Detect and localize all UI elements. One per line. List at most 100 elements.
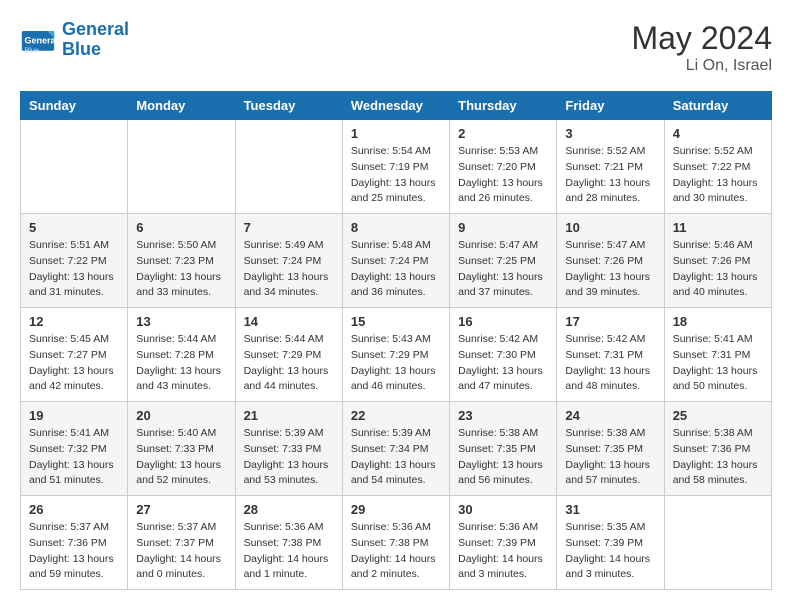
day-info: Sunrise: 5:40 AMSunset: 7:33 PMDaylight:…: [136, 426, 226, 489]
day-info: Sunrise: 5:54 AMSunset: 7:19 PMDaylight:…: [351, 144, 441, 207]
title-block: May 2024 Li On, Israel: [631, 20, 772, 75]
day-number: 18: [673, 314, 763, 329]
calendar-cell: 21 Sunrise: 5:39 AMSunset: 7:33 PMDayligh…: [235, 402, 342, 496]
calendar-cell: 19 Sunrise: 5:41 AMSunset: 7:32 PMDayligh…: [21, 402, 128, 496]
day-number: 28: [244, 502, 334, 517]
day-number: 7: [244, 220, 334, 235]
calendar-body: 1 Sunrise: 5:54 AMSunset: 7:19 PMDaylight…: [21, 120, 772, 590]
day-info: Sunrise: 5:42 AMSunset: 7:31 PMDaylight:…: [565, 332, 655, 395]
calendar-cell: [664, 496, 771, 590]
day-info: Sunrise: 5:48 AMSunset: 7:24 PMDaylight:…: [351, 238, 441, 301]
svg-text:Blue: Blue: [25, 45, 39, 54]
calendar-cell: 31Sunrise: 5:35 AMSunset: 7:39 PMDayligh…: [557, 496, 664, 590]
calendar-cell: 13 Sunrise: 5:44 AMSunset: 7:28 PMDayligh…: [128, 308, 235, 402]
day-number: 22: [351, 408, 441, 423]
day-info: Sunrise: 5:35 AMSunset: 7:39 PMDaylight:…: [565, 520, 655, 583]
calendar-cell: 23 Sunrise: 5:38 AMSunset: 7:35 PMDayligh…: [450, 402, 557, 496]
day-number: 26: [29, 502, 119, 517]
day-info: Sunrise: 5:46 AMSunset: 7:26 PMDaylight:…: [673, 238, 763, 301]
day-info: Sunrise: 5:41 AMSunset: 7:32 PMDaylight:…: [29, 426, 119, 489]
svg-text:General: General: [25, 35, 57, 45]
day-number: 6: [136, 220, 226, 235]
day-number: 21: [244, 408, 334, 423]
day-number: 15: [351, 314, 441, 329]
page-header: General Blue General Blue May 2024 Li On…: [20, 20, 772, 75]
day-number: 12: [29, 314, 119, 329]
calendar-cell: 6 Sunrise: 5:50 AMSunset: 7:23 PMDaylight…: [128, 214, 235, 308]
day-number: 10: [565, 220, 655, 235]
weekday-header: Thursday: [450, 92, 557, 120]
day-info: Sunrise: 5:43 AMSunset: 7:29 PMDaylight:…: [351, 332, 441, 395]
calendar-header: SundayMondayTuesdayWednesdayThursdayFrid…: [21, 92, 772, 120]
calendar-cell: 18 Sunrise: 5:41 AMSunset: 7:31 PMDayligh…: [664, 308, 771, 402]
day-info: Sunrise: 5:47 AMSunset: 7:26 PMDaylight:…: [565, 238, 655, 301]
day-number: 5: [29, 220, 119, 235]
calendar-cell: 22Sunrise: 5:39 AMSunset: 7:34 PMDayligh…: [342, 402, 449, 496]
day-number: 24: [565, 408, 655, 423]
day-number: 14: [244, 314, 334, 329]
calendar-week-row: 12 Sunrise: 5:45 AMSunset: 7:27 PMDayligh…: [21, 308, 772, 402]
logo-general: General: [62, 19, 129, 39]
weekday-header: Monday: [128, 92, 235, 120]
calendar-cell: 7Sunrise: 5:49 AMSunset: 7:24 PMDaylight…: [235, 214, 342, 308]
calendar-cell: 9Sunrise: 5:47 AMSunset: 7:25 PMDaylight…: [450, 214, 557, 308]
day-number: 27: [136, 502, 226, 517]
day-info: Sunrise: 5:53 AMSunset: 7:20 PMDaylight:…: [458, 144, 548, 207]
day-number: 11: [673, 220, 763, 235]
day-number: 8: [351, 220, 441, 235]
day-info: Sunrise: 5:38 AMSunset: 7:36 PMDaylight:…: [673, 426, 763, 489]
calendar-cell: 15 Sunrise: 5:43 AMSunset: 7:29 PMDayligh…: [342, 308, 449, 402]
day-number: 9: [458, 220, 548, 235]
calendar-cell: 14 Sunrise: 5:44 AMSunset: 7:29 PMDayligh…: [235, 308, 342, 402]
day-info: Sunrise: 5:52 AMSunset: 7:22 PMDaylight:…: [673, 144, 763, 207]
calendar-cell: [235, 120, 342, 214]
day-info: Sunrise: 5:45 AMSunset: 7:27 PMDaylight:…: [29, 332, 119, 395]
day-number: 30: [458, 502, 548, 517]
weekday-header: Tuesday: [235, 92, 342, 120]
logo: General Blue General Blue: [20, 20, 129, 60]
day-number: 17: [565, 314, 655, 329]
day-info: Sunrise: 5:52 AMSunset: 7:21 PMDaylight:…: [565, 144, 655, 207]
calendar-cell: [128, 120, 235, 214]
calendar-cell: 5 Sunrise: 5:51 AMSunset: 7:22 PMDaylight…: [21, 214, 128, 308]
day-info: Sunrise: 5:51 AMSunset: 7:22 PMDaylight:…: [29, 238, 119, 301]
calendar-cell: 8 Sunrise: 5:48 AMSunset: 7:24 PMDaylight…: [342, 214, 449, 308]
calendar-cell: 29Sunrise: 5:36 AMSunset: 7:38 PMDayligh…: [342, 496, 449, 590]
day-number: 16: [458, 314, 548, 329]
calendar-cell: 11 Sunrise: 5:46 AMSunset: 7:26 PMDayligh…: [664, 214, 771, 308]
calendar-cell: 12 Sunrise: 5:45 AMSunset: 7:27 PMDayligh…: [21, 308, 128, 402]
day-info: Sunrise: 5:42 AMSunset: 7:30 PMDaylight:…: [458, 332, 548, 395]
day-number: 1: [351, 126, 441, 141]
day-info: Sunrise: 5:36 AMSunset: 7:38 PMDaylight:…: [244, 520, 334, 583]
day-number: 25: [673, 408, 763, 423]
day-info: Sunrise: 5:44 AMSunset: 7:28 PMDaylight:…: [136, 332, 226, 395]
day-number: 23: [458, 408, 548, 423]
calendar-cell: 28 Sunrise: 5:36 AMSunset: 7:38 PMDayligh…: [235, 496, 342, 590]
day-number: 19: [29, 408, 119, 423]
calendar-week-row: 5 Sunrise: 5:51 AMSunset: 7:22 PMDaylight…: [21, 214, 772, 308]
calendar-cell: 10 Sunrise: 5:47 AMSunset: 7:26 PMDayligh…: [557, 214, 664, 308]
logo-icon: General Blue: [20, 22, 56, 58]
calendar-cell: 24 Sunrise: 5:38 AMSunset: 7:35 PMDayligh…: [557, 402, 664, 496]
calendar-cell: 25 Sunrise: 5:38 AMSunset: 7:36 PMDayligh…: [664, 402, 771, 496]
day-number: 4: [673, 126, 763, 141]
calendar-cell: 26 Sunrise: 5:37 AMSunset: 7:36 PMDayligh…: [21, 496, 128, 590]
day-info: Sunrise: 5:39 AMSunset: 7:33 PMDaylight:…: [244, 426, 334, 489]
calendar-cell: 1 Sunrise: 5:54 AMSunset: 7:19 PMDaylight…: [342, 120, 449, 214]
day-number: 13: [136, 314, 226, 329]
day-info: Sunrise: 5:41 AMSunset: 7:31 PMDaylight:…: [673, 332, 763, 395]
calendar-cell: 30Sunrise: 5:36 AMSunset: 7:39 PMDayligh…: [450, 496, 557, 590]
logo-blue: Blue: [62, 39, 101, 59]
day-info: Sunrise: 5:50 AMSunset: 7:23 PMDaylight:…: [136, 238, 226, 301]
day-info: Sunrise: 5:38 AMSunset: 7:35 PMDaylight:…: [565, 426, 655, 489]
calendar-week-row: 19 Sunrise: 5:41 AMSunset: 7:32 PMDayligh…: [21, 402, 772, 496]
day-info: Sunrise: 5:44 AMSunset: 7:29 PMDaylight:…: [244, 332, 334, 395]
calendar-cell: 2Sunrise: 5:53 AMSunset: 7:20 PMDaylight…: [450, 120, 557, 214]
day-info: Sunrise: 5:37 AMSunset: 7:36 PMDaylight:…: [29, 520, 119, 583]
calendar-cell: 4 Sunrise: 5:52 AMSunset: 7:22 PMDaylight…: [664, 120, 771, 214]
weekday-header: Sunday: [21, 92, 128, 120]
calendar-cell: 17 Sunrise: 5:42 AMSunset: 7:31 PMDayligh…: [557, 308, 664, 402]
calendar-cell: [21, 120, 128, 214]
calendar-cell: 3Sunrise: 5:52 AMSunset: 7:21 PMDaylight…: [557, 120, 664, 214]
day-info: Sunrise: 5:38 AMSunset: 7:35 PMDaylight:…: [458, 426, 548, 489]
